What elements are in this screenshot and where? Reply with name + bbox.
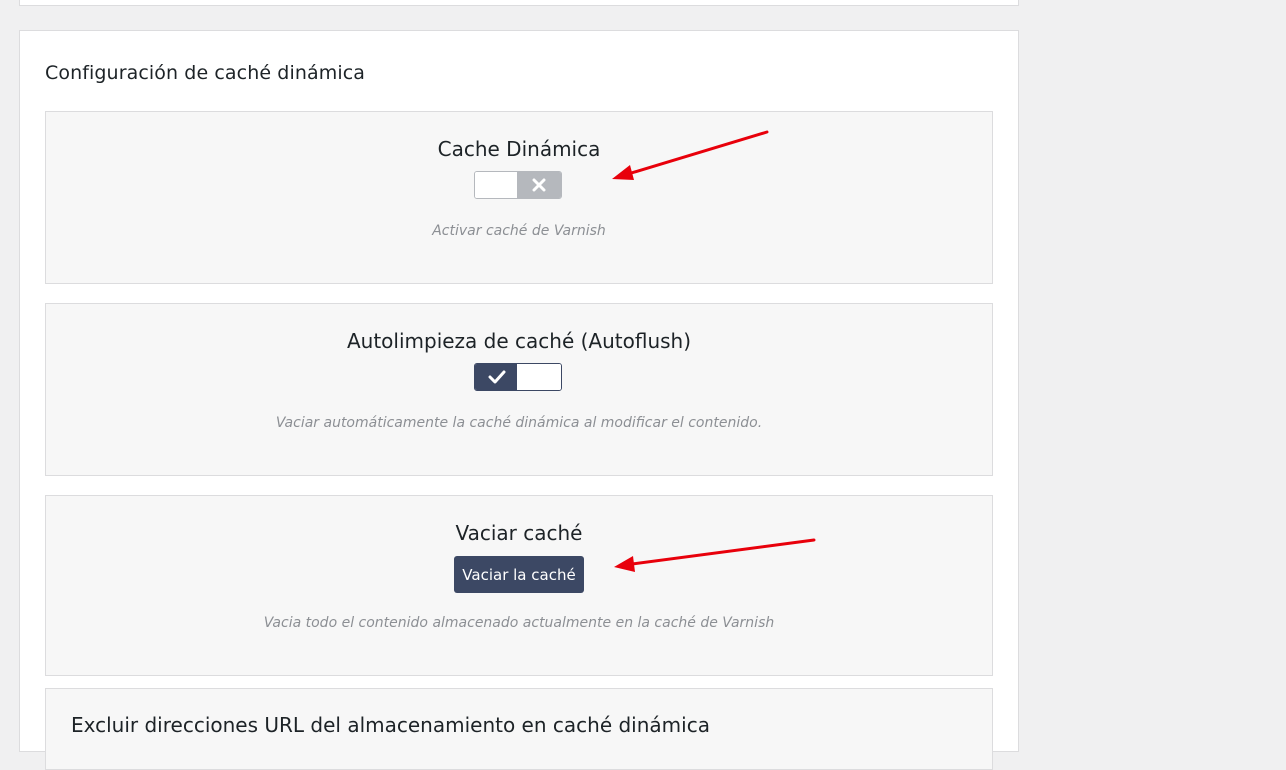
dynamic-cache-title: Cache Dinámica bbox=[437, 137, 601, 161]
dynamic-cache-option: Cache Dinámica Activar caché de Varnish bbox=[45, 111, 993, 284]
autoflush-toggle[interactable] bbox=[474, 363, 562, 391]
exclude-urls-option: Excluir direcciones URL del almacenamien… bbox=[45, 688, 993, 770]
autoflush-description: Vaciar automáticamente la caché dinámica… bbox=[275, 415, 763, 431]
dynamic-cache-settings-card: Configuración de caché dinámica Cache Di… bbox=[19, 30, 1019, 770]
x-icon bbox=[517, 172, 561, 198]
purge-cache-button[interactable]: Vaciar la caché bbox=[454, 556, 584, 593]
autoflush-option: Autolimpieza de caché (Autoflush) Vaciar… bbox=[45, 303, 993, 476]
toggle-off-track bbox=[475, 172, 519, 198]
section-title: Configuración de caché dinámica bbox=[45, 62, 365, 84]
toggle-on-track bbox=[517, 364, 561, 390]
purge-option: Vaciar caché Vaciar la caché Vacia todo … bbox=[45, 495, 993, 676]
purge-description: Vacia todo el contenido almacenado actua… bbox=[263, 615, 775, 631]
check-icon bbox=[475, 364, 519, 390]
previous-settings-card bbox=[19, 0, 1019, 6]
exclude-urls-title: Excluir direcciones URL del almacenamien… bbox=[71, 713, 710, 737]
autoflush-title: Autolimpieza de caché (Autoflush) bbox=[346, 329, 692, 353]
dynamic-cache-description: Activar caché de Varnish bbox=[432, 223, 606, 239]
dynamic-cache-toggle[interactable] bbox=[474, 171, 562, 199]
purge-title: Vaciar caché bbox=[455, 521, 583, 545]
